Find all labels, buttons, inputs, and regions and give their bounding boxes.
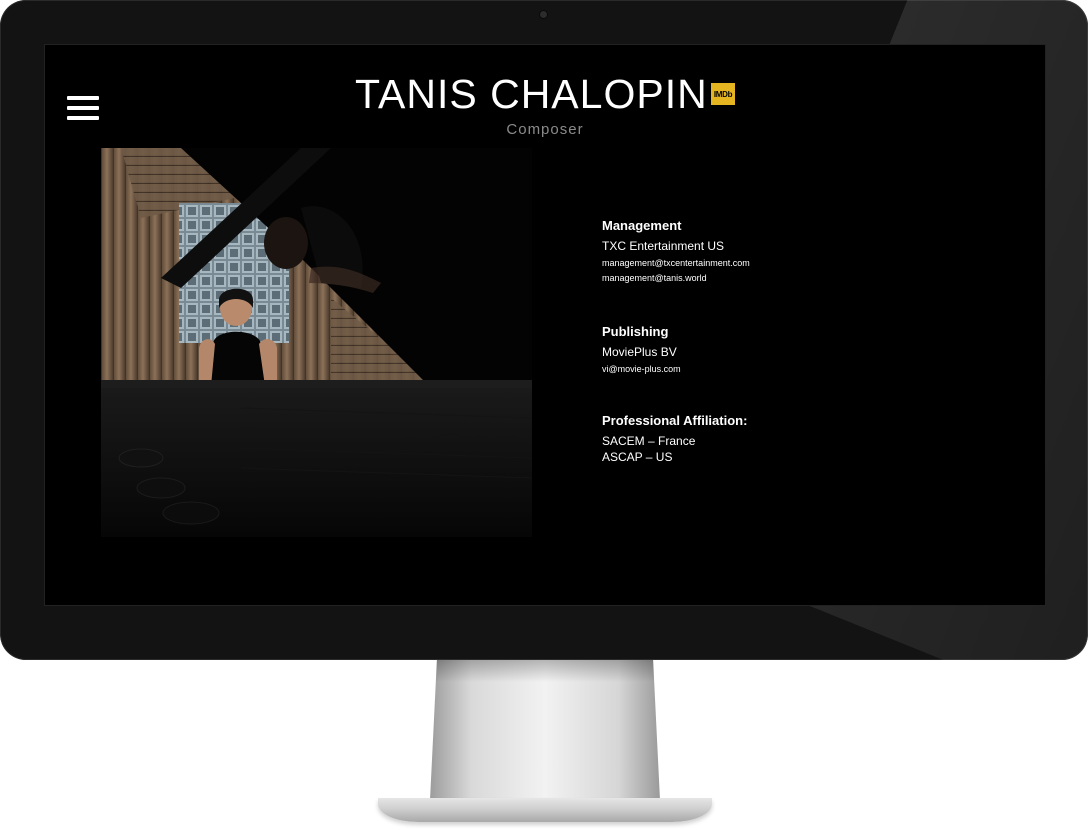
site-subtitle: Composer bbox=[506, 121, 584, 138]
affiliation-item: SACEM – France bbox=[602, 434, 696, 448]
affiliation-heading: Professional Affiliation: bbox=[602, 413, 748, 428]
publishing-heading: Publishing bbox=[602, 324, 669, 339]
management-company: TXC Entertainment US bbox=[602, 239, 725, 253]
management-email-link[interactable]: management@txcentertainment.com bbox=[602, 258, 750, 268]
management-section: Management TXC Entertainment US manageme… bbox=[602, 218, 750, 283]
publishing-section: Publishing MoviePlus BV vi@movie-plus.co… bbox=[602, 324, 681, 374]
management-email-link[interactable]: management@tanis.world bbox=[602, 273, 750, 283]
publishing-email-link[interactable]: vi@movie-plus.com bbox=[602, 364, 681, 374]
affiliation-section: Professional Affiliation: SACEM – France… bbox=[602, 413, 747, 464]
stand-shadow bbox=[435, 660, 655, 682]
site-title[interactable]: TANIS CHALOPIN bbox=[355, 71, 715, 117]
hamburger-menu-icon[interactable] bbox=[67, 96, 99, 124]
webcam bbox=[540, 11, 547, 18]
imdb-badge-icon[interactable]: IMDb bbox=[711, 83, 735, 105]
affiliation-item: ASCAP – US bbox=[602, 450, 673, 464]
composer-photo bbox=[101, 148, 532, 537]
monitor-base bbox=[378, 798, 712, 822]
monitor-screen: TANIS CHALOPIN IMDb Composer Management … bbox=[44, 44, 1046, 606]
publishing-company: MoviePlus BV bbox=[602, 345, 677, 359]
management-heading: Management bbox=[602, 218, 682, 233]
